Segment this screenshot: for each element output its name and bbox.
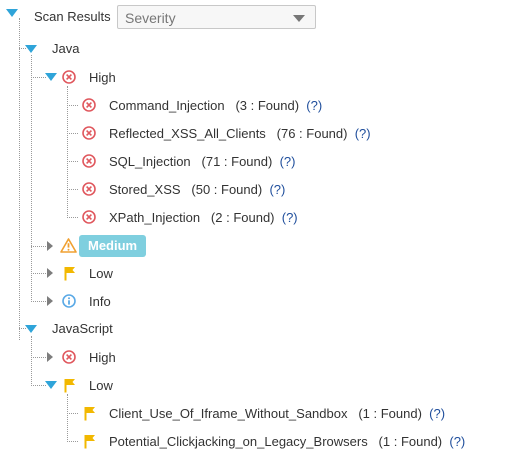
tree-node-java[interactable]: Java [52,41,79,57]
result-item[interactable]: Reflected_XSS_All_Clients (76 : Found) (… [109,126,371,142]
result-name: Reflected_XSS_All_Clients [109,126,266,141]
scan-results-label: Scan Results [34,9,111,24]
severity-select-value: Severity [125,10,176,26]
tree-line-js-low [67,394,68,442]
tree-line [31,77,46,78]
expand-toggle-java-low[interactable] [47,268,53,278]
chevron-down-icon [293,15,305,22]
tree-node-js-high[interactable]: High [89,350,116,366]
tree-line-javascript [31,336,32,386]
result-count: (1 : Found) [378,434,443,449]
tree-node-js-low[interactable]: Low [89,378,113,394]
help-link[interactable]: (?) [306,98,322,113]
tree-node-javascript[interactable]: JavaScript [52,321,113,337]
tree-line [67,189,78,190]
tree-node-java-info[interactable]: Info [89,294,111,310]
expand-toggle-js-low[interactable] [45,381,57,389]
high-severity-icon [62,350,76,364]
high-severity-icon [82,210,96,224]
help-link[interactable]: (?) [269,182,285,197]
flag-icon [64,266,76,281]
result-item[interactable]: Potential_Clickjacking_on_Legacy_Browser… [109,434,465,450]
tree-line [67,413,78,414]
expand-toggle-javascript[interactable] [25,325,37,333]
result-item[interactable]: Command_Injection (3 : Found) (?) [109,98,322,114]
tree-line [67,161,78,162]
info-icon [62,294,76,308]
tree-line [67,217,78,218]
result-count: (50 : Found) [191,182,263,197]
flag-icon [84,434,96,449]
help-link[interactable]: (?) [355,126,371,141]
result-name: SQL_Injection [109,154,191,169]
tree-node-java-low[interactable]: Low [89,266,113,282]
tree-node-java-high[interactable]: High [89,70,116,86]
warning-icon [60,238,77,253]
tree-line-root [19,18,20,340]
high-severity-icon [82,98,96,112]
result-name: XPath_Injection [109,210,201,225]
result-item[interactable]: SQL_Injection (71 : Found) (?) [109,154,295,170]
high-severity-icon [82,154,96,168]
expand-toggle-java-medium[interactable] [47,241,53,251]
high-severity-icon [82,126,96,140]
high-severity-icon [82,182,96,196]
help-link[interactable]: (?) [429,406,445,421]
result-count: (1 : Found) [358,406,422,421]
tree-line [31,385,46,386]
tree-line [31,273,46,274]
high-severity-icon [62,70,76,84]
help-link[interactable]: (?) [280,154,296,169]
tree-line [31,357,46,358]
result-item[interactable]: XPath_Injection (2 : Found) (?) [109,210,298,226]
tree-line [31,301,46,302]
expand-toggle-root[interactable] [6,9,18,17]
help-link[interactable]: (?) [282,210,298,225]
severity-select[interactable]: Severity [117,5,316,29]
expand-toggle-java-info[interactable] [47,296,53,306]
flag-icon [64,378,76,393]
result-count: (71 : Found) [201,154,273,169]
flag-icon [84,406,96,421]
expand-toggle-js-high[interactable] [47,352,53,362]
medium-label: Medium [88,238,138,253]
result-count: (76 : Found) [276,126,348,141]
tree-line-java [31,55,32,302]
result-name: Client_Use_Of_Iframe_Without_Sandbox [109,406,348,421]
tree-line [31,246,46,247]
tree-node-java-medium[interactable]: Medium [79,235,146,257]
expand-toggle-java[interactable] [25,45,37,53]
tree-line [67,105,78,106]
result-name: Stored_XSS [109,182,181,197]
result-count: (3 : Found) [235,98,300,113]
result-name: Command_Injection [109,98,225,113]
result-count: (2 : Found) [210,210,275,225]
result-item[interactable]: Client_Use_Of_Iframe_Without_Sandbox (1 … [109,406,445,422]
help-link[interactable]: (?) [449,434,465,449]
result-name: Potential_Clickjacking_on_Legacy_Browser… [109,434,368,449]
expand-toggle-java-high[interactable] [45,73,57,81]
tree-line [67,441,78,442]
result-item[interactable]: Stored_XSS (50 : Found) (?) [109,182,285,198]
tree-line [67,133,78,134]
